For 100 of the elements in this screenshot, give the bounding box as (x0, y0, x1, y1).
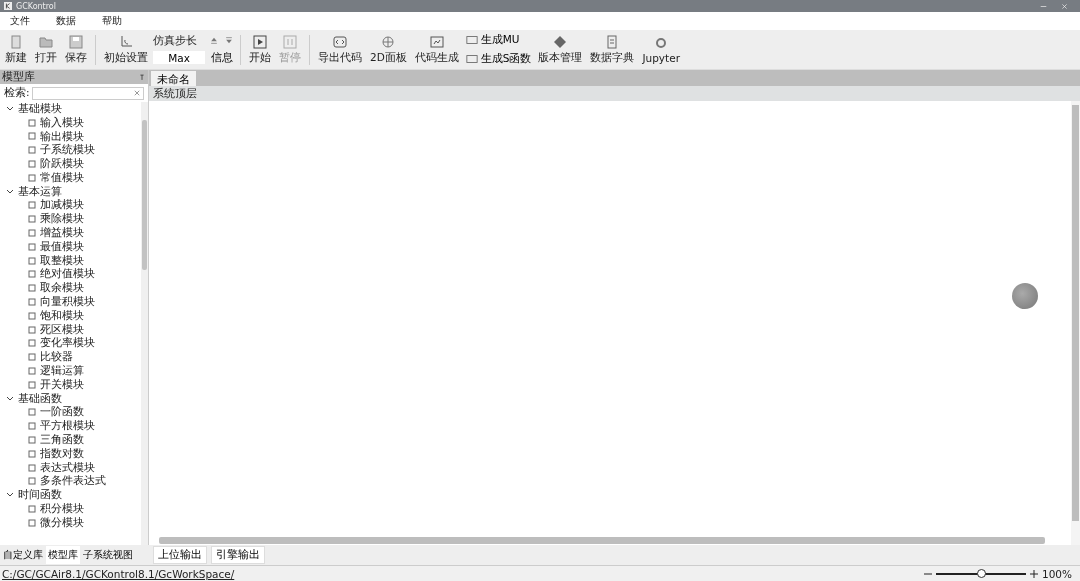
item-label: 多条件表达式 (40, 474, 106, 489)
toolbar-button[interactable]: 生成MU (463, 32, 534, 48)
app-logo-icon (4, 2, 12, 10)
tree-item[interactable]: 三角函数 (0, 433, 141, 447)
floating-ball-icon[interactable] (1012, 283, 1038, 309)
pause-icon (283, 34, 297, 49)
play-icon (253, 34, 267, 49)
tree-item[interactable]: 指数对数 (0, 446, 141, 461)
item-label: 最值模块 (40, 239, 84, 254)
tree-item[interactable]: 逻辑运算 (0, 364, 141, 378)
chart-box-icon (465, 35, 478, 45)
tree-item[interactable]: 加减模块 (0, 198, 141, 213)
panel-tab[interactable]: 模型库 (46, 546, 80, 564)
scrollbar-thumb[interactable] (142, 120, 147, 270)
chevron-down-icon (6, 395, 14, 402)
item-label: 常值模块 (40, 170, 84, 185)
tree-item[interactable]: 乘除模块 (0, 212, 141, 227)
toolbar-button[interactable]: 开始 (246, 32, 274, 67)
item-label: 一阶函数 (40, 405, 84, 420)
tree-group[interactable]: 时间函数 (0, 488, 141, 503)
tree-group[interactable]: 基础模块 (0, 102, 141, 116)
item-label: 平方根模块 (40, 419, 95, 434)
menu-item[interactable]: 文件 (10, 14, 30, 28)
zoom-slider[interactable] (935, 572, 1026, 575)
clear-icon (134, 90, 140, 96)
chevron-down-icon (6, 492, 14, 499)
toolbar-button[interactable]: Jupyter (639, 33, 683, 66)
item-label: 加减模块 (40, 198, 84, 213)
item-label: 开关模块 (40, 377, 84, 392)
menu-item[interactable]: 数据 (56, 14, 76, 28)
zoom-percent: 100% (1041, 567, 1072, 580)
item-label: 阶跃模块 (40, 157, 84, 172)
panel-tab[interactable]: 自定义库 (1, 546, 45, 564)
toolbar-button[interactable]: 打开 (32, 32, 60, 67)
tree-item[interactable]: 死区模块 (0, 322, 141, 337)
tree-item[interactable]: 积分模块 (0, 502, 141, 516)
tree-item[interactable]: 开关模块 (0, 377, 141, 392)
tree-item[interactable]: 比较器 (0, 350, 141, 365)
panel-title: 模型库 (2, 70, 35, 84)
toolbar-button[interactable]: 版本管理 (535, 32, 586, 67)
item-label: 三角函数 (40, 433, 84, 448)
tree-item[interactable]: 饱和模块 (0, 308, 141, 323)
document-icon (9, 34, 23, 49)
tree-item[interactable]: 阶跃模块 (0, 157, 141, 171)
item-label: 取整模块 (40, 253, 84, 268)
tree-item[interactable]: 多条件表达式 (0, 474, 141, 489)
tree-item[interactable]: 绝对值模块 (0, 267, 141, 282)
tree-group[interactable]: 基本运算 (0, 184, 141, 199)
book-icon (605, 34, 620, 49)
toolbar-button[interactable]: 导出代码 (315, 32, 365, 67)
plus-icon (1029, 569, 1038, 578)
tree-item[interactable]: 平方根模块 (0, 419, 141, 434)
tree-group[interactable]: 基础函数 (0, 391, 141, 406)
search-label: 检索: (4, 86, 30, 100)
toolbar-button[interactable]: 新建 (2, 32, 30, 67)
toolbar-button[interactable]: 生成S函数 (463, 51, 534, 67)
toolbar-button[interactable]: 2D面板 (367, 32, 410, 67)
window-title: GCKontrol (16, 1, 56, 11)
code-window-icon (429, 34, 444, 49)
tree-item[interactable]: 变化率模块 (0, 336, 141, 351)
step-field[interactable]: Max (153, 51, 205, 64)
folder-icon (39, 34, 53, 49)
tree-item[interactable]: 微分模块 (0, 515, 141, 530)
panel-tab[interactable]: 子系统视图 (81, 546, 135, 564)
tree-item[interactable]: 取余模块 (0, 281, 141, 296)
down-arrow-icon (224, 36, 234, 45)
item-label: 死区模块 (40, 322, 84, 337)
workspace-path[interactable]: C:/GC/GCAir8.1/GCKontrol8.1/GcWorkSpace/ (2, 567, 235, 580)
tree-item[interactable]: 输出模块 (0, 129, 141, 144)
toolbar-button[interactable]: 数据字典 (587, 32, 638, 67)
tree-item[interactable]: 取整模块 (0, 253, 141, 268)
tree-item[interactable]: 表达式模块 (0, 460, 141, 475)
toolbar-button[interactable]: 保存 (62, 32, 90, 67)
search-field[interactable] (31, 86, 144, 100)
tree-item[interactable]: 一阶函数 (0, 405, 141, 420)
output-tab[interactable]: 上位输出 (153, 546, 207, 564)
item-label: 输入模块 (40, 115, 84, 130)
tree-item[interactable]: 增益模块 (0, 226, 141, 240)
output-tab[interactable]: 引擎输出 (211, 546, 265, 564)
tree-item[interactable]: 输入模块 (0, 115, 141, 130)
document-tab[interactable]: 未命名 (151, 71, 196, 86)
scrollbar-thumb[interactable] (159, 537, 1045, 544)
tree-item[interactable]: 最值模块 (0, 239, 141, 254)
item-label: 子系统模块 (40, 143, 95, 158)
grid-icon (465, 54, 478, 64)
tree-item[interactable]: 向量积模块 (0, 295, 141, 309)
item-label: 逻辑运算 (40, 364, 84, 379)
item-label: 取余模块 (40, 281, 84, 296)
tree-item[interactable]: 子系统模块 (0, 143, 141, 158)
tree-item[interactable]: 常值模块 (0, 171, 141, 185)
toolbar-button[interactable]: 初始设置 (101, 32, 151, 67)
menu-item[interactable]: 帮助 (102, 14, 122, 28)
scrollbar-thumb[interactable] (1072, 105, 1079, 521)
slider-thumb[interactable] (976, 568, 986, 578)
info-button[interactable]: 信息 (209, 49, 235, 66)
item-label: 比较器 (40, 350, 73, 365)
item-label: 积分模块 (40, 502, 84, 516)
diamond-icon (553, 34, 568, 49)
chevron-down-icon (6, 105, 14, 112)
toolbar-button[interactable]: 代码生成 (411, 32, 462, 67)
